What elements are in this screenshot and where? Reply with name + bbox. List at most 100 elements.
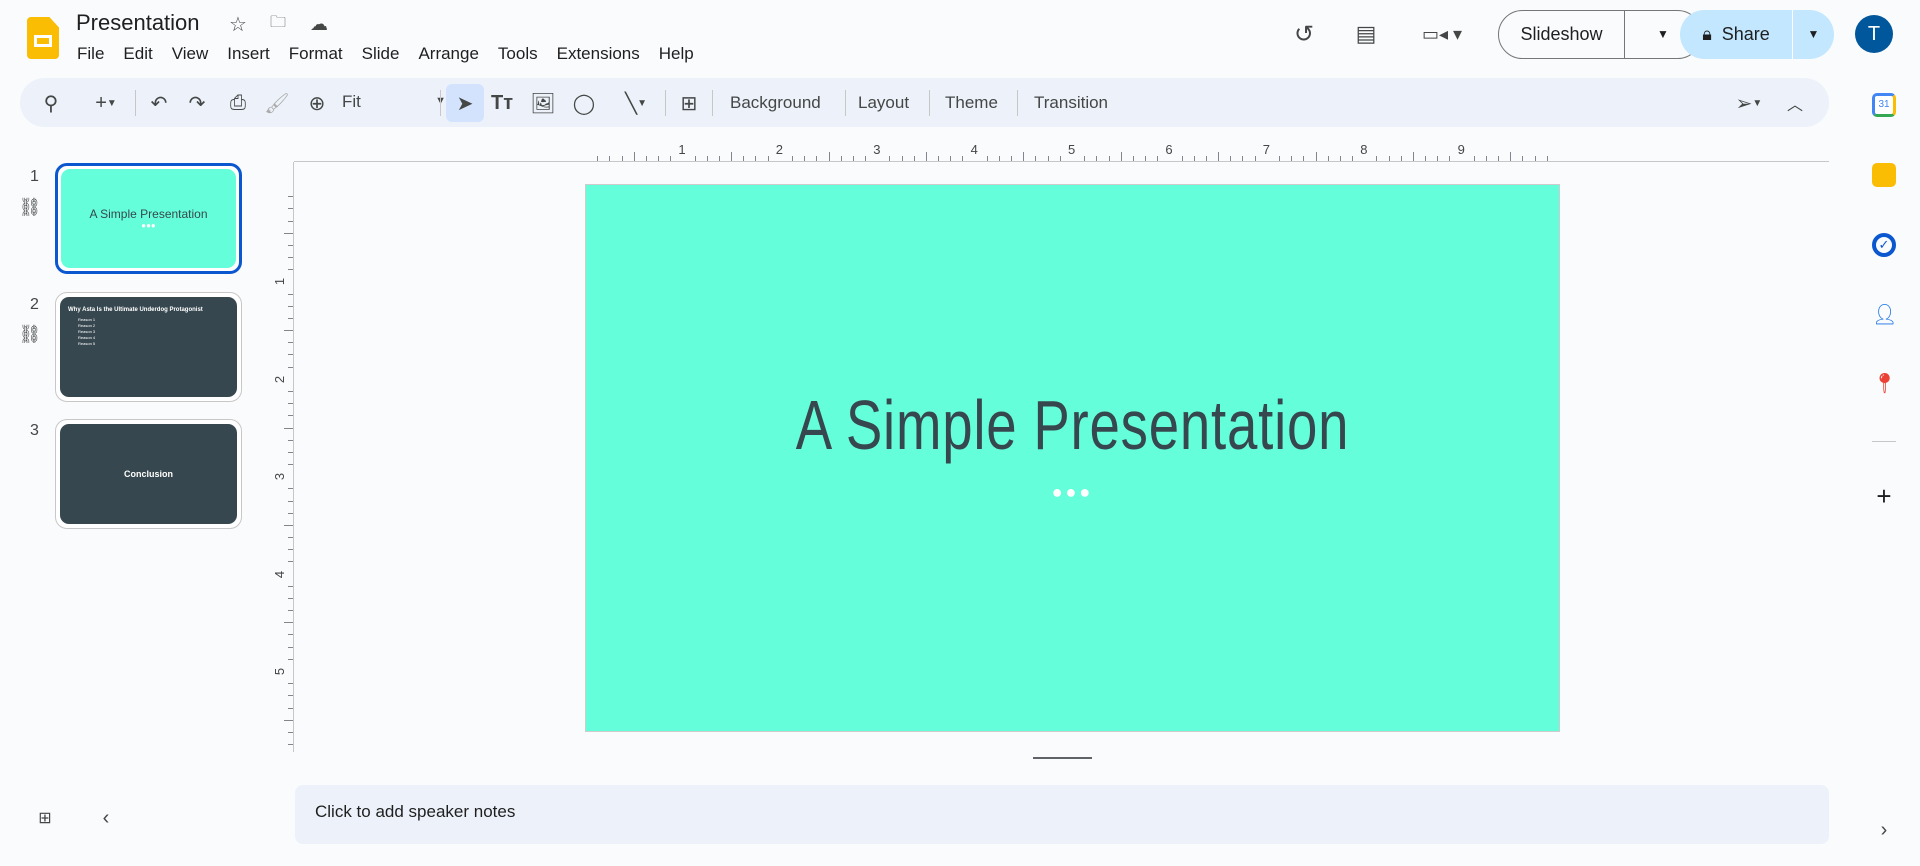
toolbar: ⚲ + ▼ ↶ ↷ ⎙ 🖌︎ ⊕ Fit▼ ➤ Tт 🖼︎ ◯ ╲ ▼ ⊞ Ba… (20, 78, 1829, 127)
paint-format-icon[interactable]: 🖌︎ (264, 90, 290, 116)
menu-edit[interactable]: Edit (123, 44, 152, 63)
divider (440, 90, 441, 116)
ruler-tick (645, 156, 647, 161)
ruler-tick (288, 244, 293, 246)
contacts-icon[interactable]: 👤︎ (1872, 303, 1897, 327)
layout-button[interactable]: Layout (858, 93, 909, 113)
ruler-tick (284, 622, 293, 624)
ruler-tick (1473, 156, 1475, 161)
menu-view[interactable]: View (172, 44, 209, 63)
ruler-tick (791, 156, 793, 161)
comment-add-icon[interactable]: ⊞ (676, 90, 702, 116)
ruler-label: 8 (1360, 142, 1368, 157)
ruler-tick (1230, 156, 1232, 161)
ruler-tick (288, 744, 293, 746)
menu-format[interactable]: Format (289, 44, 343, 63)
ruler-tick (1181, 156, 1183, 161)
ruler-tick (1498, 156, 1500, 161)
menu-extensions[interactable]: Extensions (557, 44, 640, 63)
cloud-saved-icon[interactable]: ☁ (306, 12, 332, 36)
menu-file[interactable]: File (77, 44, 104, 63)
ruler-label: 1 (678, 142, 686, 157)
image-icon[interactable]: 🖼︎ (530, 90, 556, 116)
menu-tools[interactable]: Tools (498, 44, 538, 63)
ruler-tick (288, 610, 293, 612)
ruler-tick (1388, 156, 1390, 161)
divider (929, 90, 930, 116)
grid-view-icon[interactable]: ⊞ (33, 806, 57, 830)
ruler-tick (288, 731, 293, 733)
ruler-tick (288, 317, 293, 319)
line-icon[interactable]: ╲ ▼ (612, 90, 660, 116)
calendar-icon[interactable]: 31 (1872, 93, 1896, 117)
ruler-label: 5 (1068, 142, 1076, 157)
ruler-tick (998, 156, 1000, 161)
theme-button[interactable]: Theme (945, 93, 998, 113)
shape-icon[interactable]: ◯ (571, 90, 597, 116)
ruler-tick (1145, 156, 1147, 161)
ruler-tick (694, 156, 696, 161)
collapse-filmstrip-icon[interactable]: ‹ (94, 806, 118, 830)
zoom-icon[interactable]: ⊕ (304, 90, 330, 116)
get-addons-icon[interactable]: + (1872, 483, 1896, 509)
menu-slide[interactable]: Slide (362, 44, 400, 63)
star-icon[interactable]: ☆ (226, 12, 250, 36)
meet-icon[interactable]: ▭◂ ▾ (1418, 20, 1466, 48)
slide-number: 3 (30, 422, 39, 439)
ruler-tick (1522, 156, 1524, 161)
keep-icon[interactable] (1872, 163, 1896, 187)
ruler-tick (925, 152, 927, 161)
comments-icon[interactable]: ▤ (1352, 20, 1380, 48)
text-box-icon[interactable]: Tт (489, 90, 515, 116)
ruler-tick (288, 403, 293, 405)
print-icon[interactable]: ⎙ (225, 90, 251, 116)
menu-insert[interactable]: Insert (227, 44, 270, 63)
slide-thumbnail-1[interactable]: A Simple Presentation ●●● (55, 163, 242, 274)
share-dropdown[interactable]: ▼ (1793, 10, 1834, 59)
background-button[interactable]: Background (730, 93, 821, 113)
notes-resize-handle[interactable] (1033, 757, 1092, 759)
slide-canvas[interactable]: A Simple Presentation ●●● (585, 184, 1560, 732)
tasks-icon[interactable]: ✓ (1872, 233, 1896, 257)
slides-logo[interactable] (27, 17, 59, 59)
menu-help[interactable]: Help (659, 44, 694, 63)
divider (845, 90, 846, 116)
select-tool-icon[interactable]: ➤ (446, 84, 484, 122)
ruler-tick (1291, 156, 1293, 161)
search-menus-icon[interactable]: ⚲ (38, 90, 64, 116)
menu-arrange[interactable]: Arrange (418, 44, 478, 63)
version-history-icon[interactable]: ↺ (1290, 20, 1318, 48)
document-title[interactable]: Presentation (76, 10, 200, 36)
move-folder-icon[interactable]: 🗀 (266, 12, 290, 36)
ruler-tick (288, 196, 293, 198)
collapse-toolbar-icon[interactable]: ︿ (1782, 90, 1808, 116)
ruler-tick (288, 220, 293, 222)
ruler-label: 3 (272, 473, 288, 481)
ruler-label: 2 (775, 142, 784, 157)
ruler-tick (1205, 156, 1207, 161)
slide-title[interactable]: A Simple Presentation (693, 385, 1452, 465)
share-button[interactable]: 🔒︎ Share (1680, 10, 1793, 59)
slide-thumbnail-2[interactable]: Why Asta Is the Ultimate Underdog Protag… (55, 292, 242, 402)
ruler-tick (633, 152, 635, 161)
speaker-notes[interactable]: Click to add speaker notes (295, 785, 1829, 844)
lock-icon: 🔒︎ (1702, 24, 1712, 44)
show-side-panel-icon[interactable]: › (1872, 818, 1896, 842)
redo-icon[interactable]: ↷ (184, 90, 210, 116)
ruler-tick (288, 658, 293, 660)
ruler-tick (718, 156, 720, 161)
zoom-select[interactable]: Fit▼ (342, 92, 446, 112)
ruler-tick (1242, 156, 1244, 161)
avatar[interactable]: T (1855, 15, 1893, 53)
ruler-tick (1534, 156, 1536, 161)
new-slide-icon[interactable]: + ▼ (82, 90, 130, 116)
ruler-tick (1023, 152, 1025, 161)
ruler-tick (767, 156, 769, 161)
slide-thumbnail-3[interactable]: Conclusion (55, 419, 242, 529)
ruler-tick (852, 156, 854, 161)
slideshow-button[interactable]: Slideshow (1499, 11, 1625, 58)
transition-button[interactable]: Transition (1034, 93, 1108, 113)
undo-icon[interactable]: ↶ (146, 90, 172, 116)
pen-tool-icon[interactable]: ➢ ▼ (1725, 90, 1773, 116)
maps-icon[interactable]: 📍︎ (1872, 372, 1897, 396)
